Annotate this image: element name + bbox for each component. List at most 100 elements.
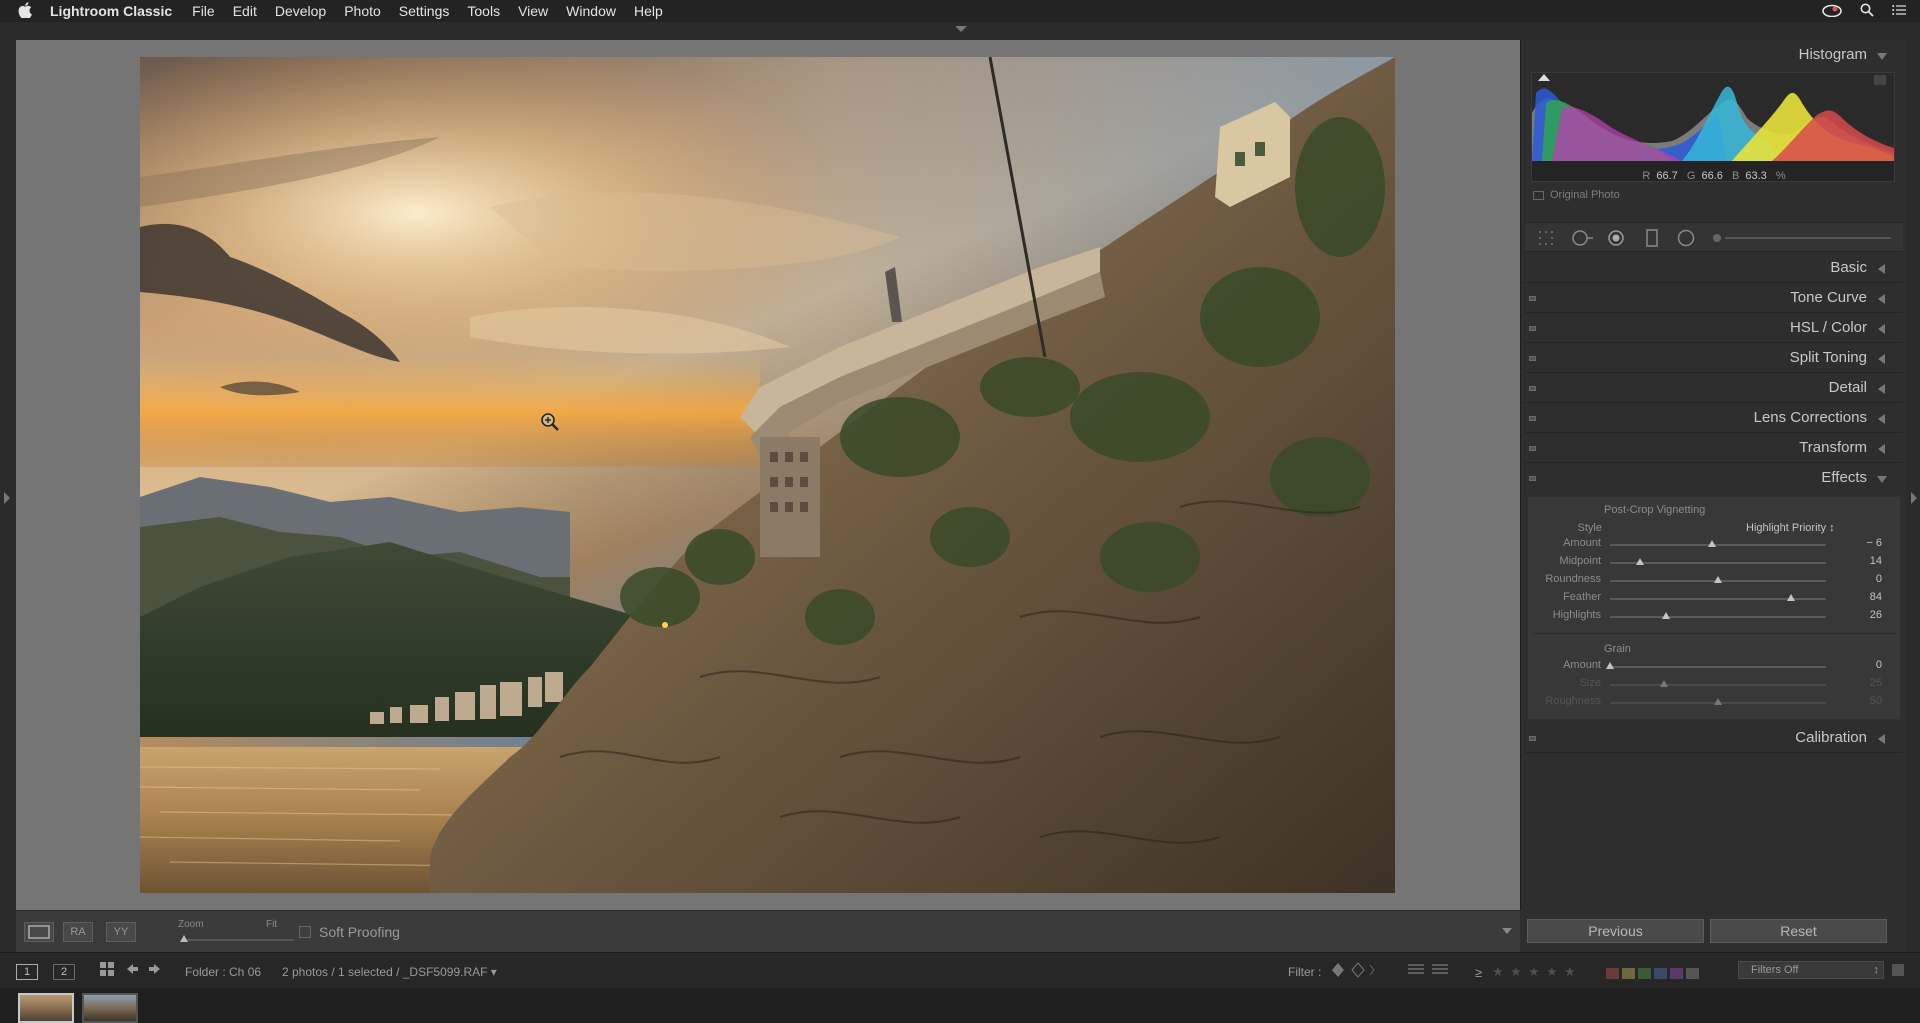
survey-view-button[interactable]: YY <box>106 922 136 942</box>
transform-panel-header[interactable]: Transform <box>1521 434 1907 462</box>
detail-panel-header[interactable]: Detail <box>1521 374 1907 402</box>
zoom-slider-thumb[interactable] <box>180 935 188 942</box>
right-panel-toggle-icon[interactable] <box>1911 492 1917 504</box>
app-name-menu[interactable]: Lightroom Classic <box>50 3 172 19</box>
grain-amount-value[interactable]: 0 <box>1842 659 1882 671</box>
red-eye-tool-icon[interactable] <box>1607 229 1625 247</box>
adjustment-brush-slider[interactable] <box>1711 229 1891 247</box>
top-panel-toggle-strip[interactable] <box>0 22 1920 40</box>
panel-switch-icon[interactable] <box>1529 326 1536 331</box>
calibration-panel-header[interactable]: Calibration <box>1521 724 1907 752</box>
grain-amount-slider[interactable] <box>1610 666 1826 668</box>
menu-tools[interactable]: Tools <box>467 3 500 19</box>
lens-corrections-panel-header[interactable]: Lens Corrections <box>1521 404 1907 432</box>
radial-filter-tool-icon[interactable] <box>1677 229 1695 247</box>
tone-curve-panel-header[interactable]: Tone Curve <box>1521 284 1907 312</box>
left-panel-toggle-icon[interactable] <box>4 492 10 504</box>
grain-size-slider[interactable] <box>1610 684 1826 686</box>
split-toning-panel-header[interactable]: Split Toning <box>1521 344 1907 372</box>
panel-switch-icon[interactable] <box>1529 296 1536 301</box>
spotlight-search-icon[interactable] <box>1860 3 1874 20</box>
menu-help[interactable]: Help <box>634 3 663 19</box>
secondary-window-button[interactable]: 2 <box>53 964 75 980</box>
vignette-amount-value[interactable]: − 6 <box>1842 537 1882 549</box>
vignette-highlights-value[interactable]: 26 <box>1842 609 1882 621</box>
grid-view-icon[interactable] <box>100 962 114 979</box>
vignette-midpoint-slider-thumb[interactable] <box>1636 558 1645 565</box>
notification-center-icon[interactable] <box>1892 3 1906 19</box>
grain-roughness-slider-thumb[interactable] <box>1714 698 1722 705</box>
menu-edit[interactable]: Edit <box>233 3 257 19</box>
graduated-filter-tool-icon[interactable] <box>1643 229 1661 247</box>
toolbar-content-dropdown-icon[interactable] <box>1502 928 1512 934</box>
grain-roughness-value[interactable]: 50 <box>1842 695 1882 707</box>
vignette-style-select[interactable]: Highlight Priority ↕ <box>1746 522 1835 534</box>
creative-cloud-icon[interactable] <box>1822 3 1842 20</box>
menu-window[interactable]: Window <box>566 3 616 19</box>
crop-tool-icon[interactable] <box>1537 229 1555 247</box>
main-photo[interactable] <box>140 57 1395 893</box>
panel-switch-icon[interactable] <box>1529 736 1536 741</box>
original-photo-checkbox[interactable] <box>1533 190 1544 200</box>
filter-lock-icon[interactable] <box>1892 964 1904 976</box>
original-photo-toggle[interactable]: Original Photo <box>1533 189 1620 201</box>
green-label-filter[interactable] <box>1638 968 1651 979</box>
rating-star-icon[interactable]: ★ <box>1492 964 1504 980</box>
spot-removal-tool-icon[interactable] <box>1571 229 1593 247</box>
histogram-header[interactable]: Histogram <box>1521 41 1907 69</box>
panel-switch-icon[interactable] <box>1529 476 1536 481</box>
top-panel-toggle-icon[interactable] <box>955 26 967 32</box>
vignette-roundness-slider-thumb[interactable] <box>1714 576 1722 583</box>
soft-proofing-checkbox[interactable] <box>299 926 311 938</box>
histogram[interactable] <box>1531 72 1895 182</box>
menu-photo[interactable]: Photo <box>344 3 381 19</box>
grain-amount-slider-thumb[interactable] <box>1606 662 1614 669</box>
panel-switch-icon[interactable] <box>1529 446 1536 451</box>
effects-panel-header[interactable]: Effects <box>1521 464 1907 492</box>
vignette-roundness-value[interactable]: 0 <box>1842 573 1882 585</box>
back-arrow-icon[interactable] <box>125 962 139 979</box>
menu-view[interactable]: View <box>518 3 548 19</box>
yellow-label-filter[interactable] <box>1622 968 1635 979</box>
hsl-panel-header[interactable]: HSL / Color <box>1521 314 1907 342</box>
flag-filter-icon[interactable] <box>1330 961 1376 982</box>
vignette-feather-value[interactable]: 84 <box>1842 591 1882 603</box>
rating-star-icon[interactable]: ★ <box>1546 964 1558 980</box>
highlight-clipping-indicator[interactable] <box>1874 75 1886 85</box>
rating-star-icon[interactable]: ★ <box>1510 964 1522 980</box>
zoom-slider[interactable] <box>184 939 294 941</box>
selection-info[interactable]: 2 photos / 1 selected / _DSF5099.RAF ▾ <box>282 965 497 979</box>
rating-star-icon[interactable]: ★ <box>1528 964 1540 980</box>
menu-settings[interactable]: Settings <box>399 3 450 19</box>
folder-source[interactable]: Folder : Ch 06 <box>185 965 261 979</box>
filter-preset-select[interactable]: Filters Off ↕ <box>1738 961 1884 979</box>
vignette-feather-slider-thumb[interactable] <box>1787 594 1796 601</box>
menu-develop[interactable]: Develop <box>275 3 326 19</box>
edited-filter-icon[interactable] <box>1408 962 1450 979</box>
panel-switch-icon[interactable] <box>1529 416 1536 421</box>
filmstrip-thumbnail[interactable] <box>18 993 74 1023</box>
reset-button[interactable]: Reset <box>1710 919 1887 943</box>
apple-icon[interactable] <box>18 1 40 21</box>
vignette-highlights-slider[interactable] <box>1610 616 1826 618</box>
vignette-amount-slider-thumb[interactable] <box>1707 540 1716 547</box>
left-panel-toggle-strip[interactable] <box>0 40 16 952</box>
soft-proofing-toggle[interactable]: Soft Proofing <box>299 924 400 940</box>
basic-panel-header[interactable]: Basic <box>1521 254 1907 282</box>
blue-label-filter[interactable] <box>1654 968 1667 979</box>
vignette-midpoint-value[interactable]: 14 <box>1842 555 1882 567</box>
forward-arrow-icon[interactable] <box>148 962 162 979</box>
grain-size-value[interactable]: 25 <box>1842 677 1882 689</box>
red-label-filter[interactable] <box>1606 968 1619 979</box>
loupe-view-button[interactable] <box>24 922 54 942</box>
right-panel-toggle-strip[interactable] <box>1906 40 1920 952</box>
rating-operator[interactable]: ≥ <box>1475 965 1482 980</box>
primary-window-button[interactable]: 1 <box>16 964 38 980</box>
menu-file[interactable]: File <box>192 3 215 19</box>
no-label-filter[interactable] <box>1686 968 1699 979</box>
grain-size-slider-thumb[interactable] <box>1660 680 1668 687</box>
vignette-highlights-slider-thumb[interactable] <box>1662 612 1671 619</box>
rating-star-icon[interactable]: ★ <box>1564 964 1576 980</box>
purple-label-filter[interactable] <box>1670 968 1683 979</box>
before-after-button[interactable]: RA <box>63 922 93 942</box>
